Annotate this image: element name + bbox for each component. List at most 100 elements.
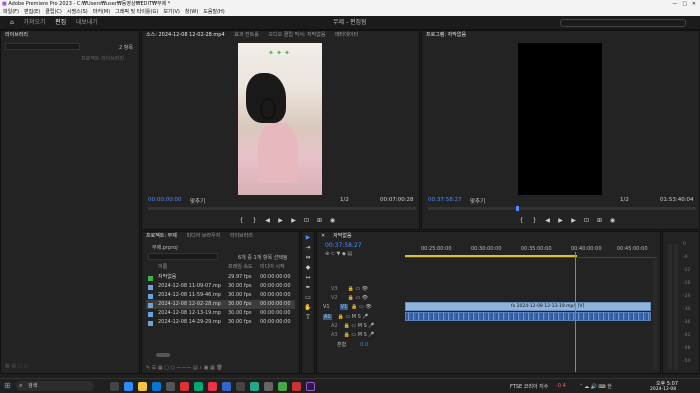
step-back-button[interactable]: ◀ — [264, 217, 271, 224]
app-icon-3[interactable] — [180, 382, 189, 391]
timeline-tools[interactable]: ⊕ ⊂ ▼ ◆ ▤ — [325, 251, 352, 257]
workspace-import[interactable]: 가져오기 — [23, 16, 45, 30]
windows-start-icon[interactable]: ⊞ — [4, 381, 11, 390]
track-a1[interactable]: A1 🔒 ▭ M S 🎤 — [317, 313, 397, 321]
close-icon[interactable]: ✕ — [321, 233, 325, 239]
step-forward-button[interactable]: ▶ — [290, 217, 297, 224]
p-mark-out-button[interactable]: } — [531, 217, 538, 224]
track-v1[interactable]: V1 V1 🔒 ▭ 👁 — [317, 303, 397, 311]
menu-marker[interactable]: 마커(M) — [93, 9, 110, 15]
p-export-frame-button[interactable]: ◉ — [609, 217, 616, 224]
pen-icon[interactable]: ✒ — [304, 284, 312, 292]
program-scrubber[interactable] — [428, 206, 696, 211]
menu-window[interactable]: 창(W) — [185, 9, 198, 15]
work-area-bar[interactable] — [405, 255, 577, 257]
tab-library2[interactable]: 라이브러리 — [230, 233, 253, 239]
export-frame-button[interactable]: ◉ — [329, 217, 336, 224]
menu-clip[interactable]: 클립(C) — [45, 9, 62, 15]
video-clip-v1[interactable]: fx 2024-12-08 12-13-19.mp4 [V] — [405, 302, 651, 311]
menu-sequence[interactable]: 시퀀스(S) — [67, 9, 88, 15]
app-icon-11[interactable] — [292, 382, 301, 391]
app-icon-8[interactable] — [250, 382, 259, 391]
task-view-icon[interactable] — [110, 382, 119, 391]
tray-icons[interactable]: ˄ ☁ 🔊 ⌨ 한 — [580, 383, 612, 390]
p-step-forward-button[interactable]: ▶ — [570, 217, 577, 224]
news-widget[interactable]: FTSE 코리아 지수 — [510, 383, 548, 390]
hand-icon[interactable]: ✋ — [304, 304, 312, 312]
project-item[interactable]: 2024-12-08 12-02-28.mp 30.00 fps 00:00:00:… — [146, 300, 295, 309]
program-ratio-select[interactable]: 1/2 — [620, 197, 629, 203]
play-button[interactable]: ▶ — [277, 217, 284, 224]
track-a2[interactable]: A2 🔒 ▭ M S 🎤 — [317, 322, 397, 330]
p-mark-in-button[interactable]: { — [518, 217, 525, 224]
mark-out-button[interactable]: } — [251, 217, 258, 224]
app-icon-10[interactable] — [278, 382, 287, 391]
menu-edit[interactable]: 편집(E) — [24, 9, 40, 15]
lift-button[interactable]: ⊡ — [583, 217, 590, 224]
app-icon-4[interactable] — [194, 382, 203, 391]
project-item[interactable]: 2024-12-08 12-13-19.mp 30.00 fps 00:00:00:… — [146, 309, 295, 318]
explorer-icon[interactable] — [138, 382, 147, 391]
source-fit-select[interactable]: 맞추기 — [190, 197, 205, 205]
ripple-edit-icon[interactable]: ⇹ — [304, 254, 312, 262]
source-scrubber[interactable] — [148, 207, 416, 210]
app-icon-5[interactable] — [208, 382, 217, 391]
app-icon-7[interactable] — [236, 382, 245, 391]
source-ratio-select[interactable]: 1/2 — [340, 197, 349, 203]
window-controls[interactable]: — □ ✕ — [673, 0, 696, 8]
program-timecode[interactable]: 00:37:58:27 — [428, 197, 462, 203]
slip-icon[interactable]: ↔ — [304, 274, 312, 282]
menu-file[interactable]: 파일(F) — [3, 9, 19, 15]
p-play-button[interactable]: ▶ — [557, 217, 564, 224]
tab-effect-controls[interactable]: 효과 컨트롤 — [234, 32, 259, 38]
timeline-scrollbar[interactable] — [653, 260, 657, 370]
col-name[interactable]: 이름 — [158, 263, 167, 272]
workspace-controls[interactable] — [560, 19, 686, 27]
app-icon-2[interactable] — [166, 382, 175, 391]
menu-view[interactable]: 보기(V) — [163, 9, 180, 15]
p-step-back-button[interactable]: ◀ — [544, 217, 551, 224]
taskbar-search[interactable]: 검색 — [16, 381, 94, 391]
project-footer-tools[interactable]: ✎ ☰ ▦ ▢ ○ ——— ▤ ⌕ ▣ ▦ 🗑 — [146, 365, 296, 371]
track-select-icon[interactable]: ⇥ — [304, 244, 312, 252]
workspace-edit[interactable]: 편집 — [55, 16, 67, 31]
tab-source[interactable]: 소스: 2024-12-08 12-02-28.mp4 — [146, 32, 225, 38]
track-v2[interactable]: V2 🔒 ▭ 👁 — [317, 294, 397, 302]
program-fit-select[interactable]: 맞추기 — [470, 197, 485, 205]
tab-program[interactable]: 프로그램: 자막없음 — [426, 32, 466, 38]
project-item[interactable]: 2024-12-08 14-29-29.mp 30.00 fps 00:00:00:… — [146, 318, 295, 327]
project-item[interactable]: 2024-12-08 11-09-07.mp 30.00 fps 00:00:00:… — [146, 282, 295, 291]
playhead[interactable] — [575, 252, 576, 372]
workspace-export[interactable]: 내보내기 — [76, 16, 98, 30]
track-v3[interactable]: V3 🔒 ▭ 👁 — [317, 285, 397, 293]
app-icon-1[interactable] — [124, 382, 133, 391]
edge-icon[interactable] — [152, 382, 161, 391]
track-master[interactable]: 혼합 0.0 — [317, 341, 397, 349]
time-ruler[interactable]: 00:25:00:00 00:30:00:00 00:35:00:00 00:4… — [405, 244, 657, 258]
selection-tool-icon[interactable]: ▶ — [304, 234, 312, 242]
tab-media-browser[interactable]: 미디어 브라우저 — [186, 233, 220, 239]
project-item[interactable]: 2024-12-08 11-59-46.mp 30.00 fps 00:00:00:… — [146, 291, 295, 300]
insert-button[interactable]: ⊡ — [303, 217, 310, 224]
project-search-input[interactable] — [148, 253, 218, 260]
tab-project[interactable]: 프로젝트: 무제 — [146, 233, 177, 239]
zoom-slider[interactable] — [156, 353, 170, 357]
col-start[interactable]: 미디어 시작 — [260, 263, 285, 272]
tab-audio-mixer[interactable]: 오디오 클립 믹서: 자막없음 — [268, 32, 325, 38]
timeline-timecode[interactable]: 00:37:58:27 — [325, 242, 362, 249]
overwrite-button[interactable]: ⊞ — [316, 217, 323, 224]
premiere-taskbar-icon[interactable] — [306, 382, 315, 391]
mark-in-button[interactable]: { — [238, 217, 245, 224]
rect-icon[interactable]: ▭ — [304, 294, 312, 302]
tab-library[interactable]: 라이브러리 — [5, 32, 28, 38]
track-a3[interactable]: A3 🔒 ▭ M S 🎤 — [317, 331, 397, 339]
type-icon[interactable]: T — [304, 314, 312, 322]
library-search-input[interactable] — [5, 43, 80, 50]
extract-button[interactable]: ⊞ — [596, 217, 603, 224]
tab-sequence[interactable]: 자막없음 — [333, 233, 351, 239]
home-icon[interactable]: ⌂ — [10, 16, 14, 30]
col-fps[interactable]: 프레임 속도 — [228, 263, 253, 272]
tab-metadata[interactable]: 메타데이터 — [335, 32, 358, 38]
razor-icon[interactable]: ◆ — [304, 264, 312, 272]
menu-graphics[interactable]: 그래픽 및 타이틀(G) — [115, 9, 158, 15]
